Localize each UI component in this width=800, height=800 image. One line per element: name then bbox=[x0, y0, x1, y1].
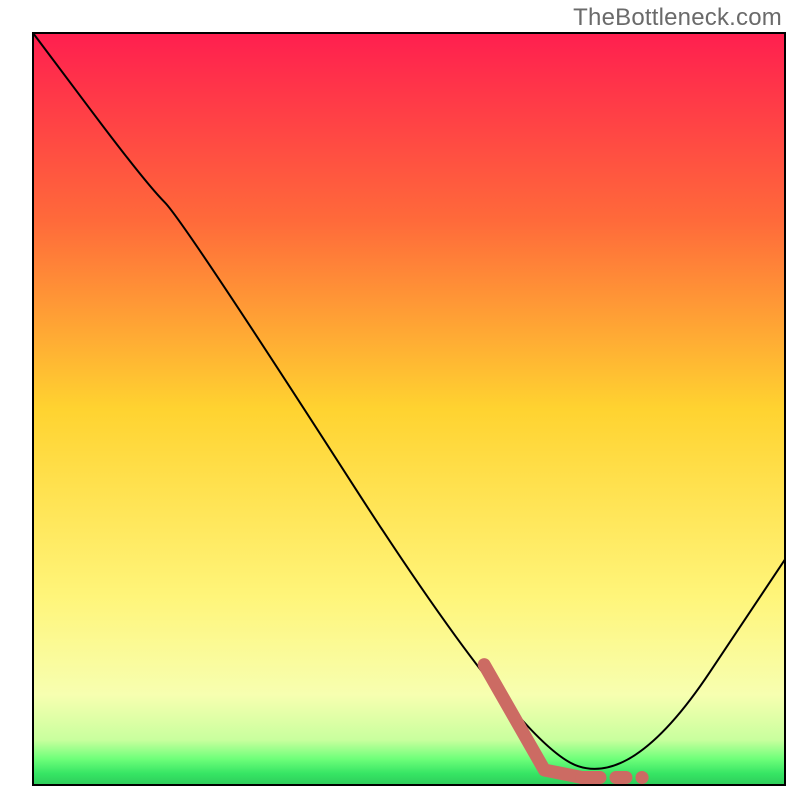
chart-svg bbox=[0, 0, 800, 800]
plot-background bbox=[33, 33, 785, 785]
watermark-text: TheBottleneck.com bbox=[573, 4, 782, 32]
chart-container: TheBottleneck.com bbox=[0, 0, 800, 800]
